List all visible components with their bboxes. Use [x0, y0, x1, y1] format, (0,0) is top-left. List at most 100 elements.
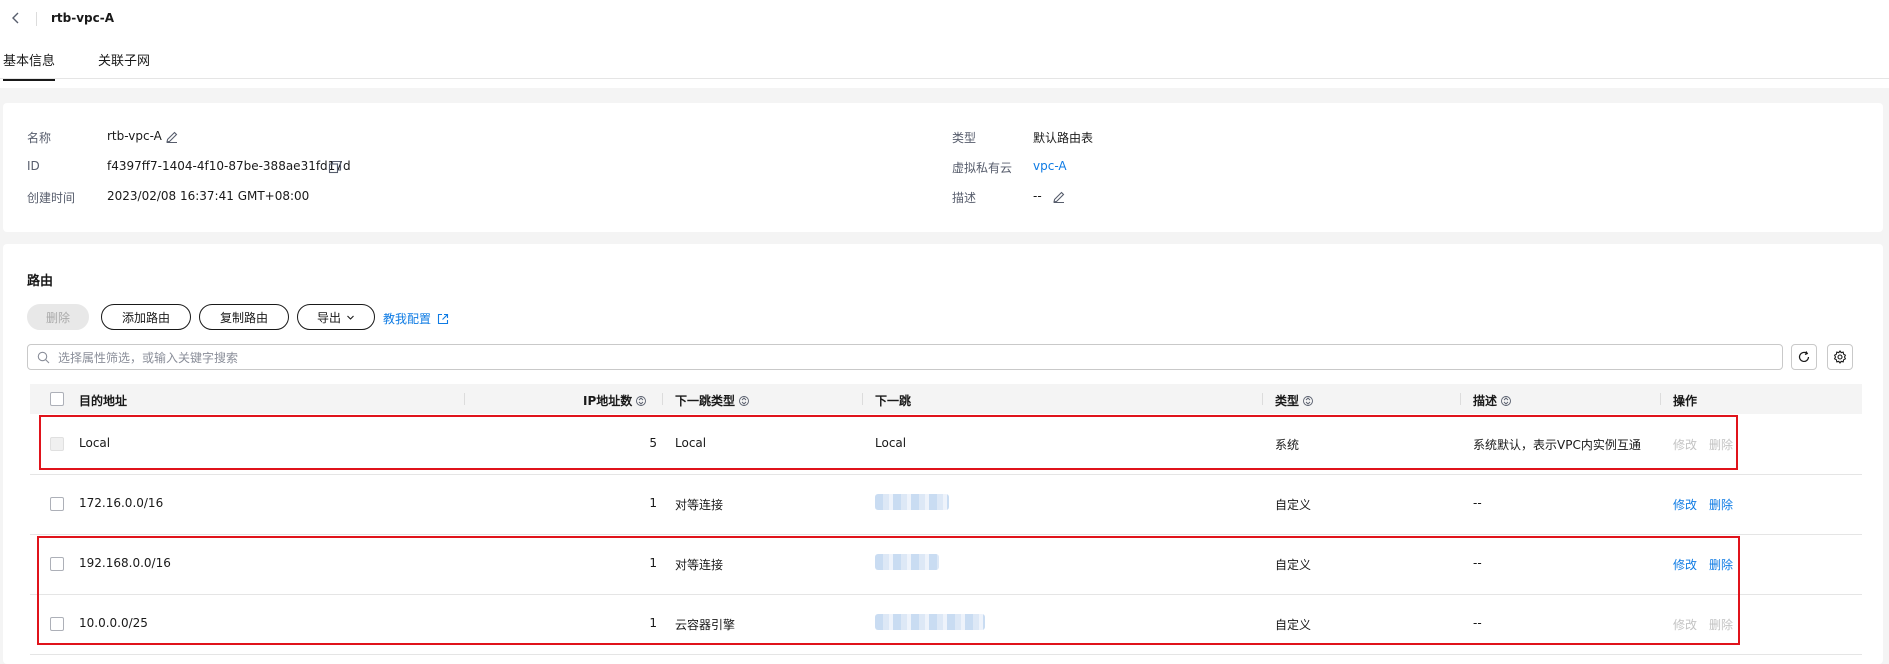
delete-button[interactable]: 删除	[27, 304, 89, 330]
tab-associated-subnets[interactable]: 关联子网	[98, 50, 150, 79]
refresh-button[interactable]	[1791, 344, 1817, 370]
dest-cell: 172.16.0.0/16	[79, 496, 164, 510]
ip-count-link[interactable]: 5	[617, 436, 657, 450]
export-label: 导出	[316, 310, 341, 325]
table-row: 172.16.0.0/16 1 对等连接 自定义 -- 修改 删除	[30, 474, 1862, 535]
copy-route-label: 复制路由	[219, 310, 268, 325]
dest-cell: 10.0.0.0/25	[79, 616, 148, 630]
sort-icon	[739, 396, 749, 406]
search-icon	[37, 351, 50, 364]
top-bar: rtb-vpc-A 基本信息 关联子网	[0, 0, 1889, 88]
desc-cell: --	[1473, 616, 1482, 630]
id-value: f4397ff7-1404-4f10-87be-388ae31fd17d	[107, 159, 351, 173]
col-ops: 操作	[1673, 394, 1698, 408]
help-link[interactable]: 教我配置	[383, 310, 449, 327]
type-cell: 自定义	[1275, 618, 1312, 632]
header-divider	[36, 12, 37, 26]
settings-button[interactable]	[1827, 344, 1853, 370]
modify-action[interactable]: 修改	[1673, 436, 1697, 453]
search-box	[27, 344, 1783, 370]
next-hop-redacted	[875, 614, 985, 630]
next-hop-redacted	[875, 554, 939, 570]
copy-id-icon[interactable]	[328, 160, 342, 174]
basic-info-card: 名称 rtb-vpc-A ID f4397ff7-1404-4f10-87be-…	[3, 103, 1883, 232]
id-label: ID	[27, 159, 40, 173]
name-value: rtb-vpc-A	[107, 129, 162, 143]
export-dropdown[interactable]: 导出	[297, 304, 375, 330]
next-hop-redacted	[875, 494, 949, 510]
gear-icon	[1833, 350, 1847, 364]
delete-action[interactable]: 删除	[1709, 556, 1733, 573]
table-row: 10.0.0.0/25 1 云容器引擎 自定义 -- 修改 删除	[30, 594, 1862, 655]
modify-action[interactable]: 修改	[1673, 556, 1697, 573]
dest-cell: 192.168.0.0/16	[79, 556, 171, 570]
col-ip-count-label: IP地址数	[583, 394, 633, 408]
desc-cell: 系统默认，表示VPC内实例互通	[1473, 438, 1641, 452]
refresh-icon	[1797, 350, 1811, 364]
row-checkbox[interactable]	[50, 437, 64, 451]
vpc-link[interactable]: vpc-A	[1033, 159, 1067, 173]
col-desc-label: 描述	[1473, 394, 1498, 408]
col-ip-count[interactable]: IP地址数	[583, 392, 647, 409]
tab-bar: 基本信息 关联子网	[0, 46, 1889, 81]
type-cell: 系统	[1275, 438, 1300, 452]
ip-count-cell: 1	[649, 556, 657, 570]
delete-action[interactable]: 删除	[1709, 436, 1733, 453]
desc-value: --	[1033, 189, 1042, 203]
routes-title: 路由	[27, 274, 54, 289]
next-hop-type-cell: 对等连接	[675, 558, 724, 572]
external-link-icon	[437, 313, 449, 325]
sort-icon	[1501, 396, 1511, 406]
table-row: Local 5 Local Local 系统 系统默认，表示VPC内实例互通 修…	[30, 414, 1862, 475]
search-input[interactable]	[56, 348, 1760, 368]
edit-name-icon[interactable]	[165, 130, 179, 144]
col-separator	[464, 393, 465, 405]
col-type-label: 类型	[1275, 394, 1300, 408]
col-next-hop-type-label: 下一跳类型	[675, 394, 736, 408]
type-cell: 自定义	[1275, 498, 1312, 512]
help-link-label: 教我配置	[383, 312, 432, 326]
next-hop-type-cell: 对等连接	[675, 498, 724, 512]
col-desc[interactable]: 描述	[1473, 392, 1511, 409]
chevron-down-icon	[346, 313, 355, 322]
next-hop-type-cell: Local	[675, 436, 707, 450]
col-separator	[662, 393, 663, 405]
row-checkbox[interactable]	[50, 497, 64, 511]
add-route-button[interactable]: 添加路由	[101, 304, 191, 330]
col-separator	[1460, 393, 1461, 405]
routes-card: 路由 删除 添加路由 复制路由 导出 教我配置 目的地址	[3, 244, 1883, 664]
delete-action[interactable]: 删除	[1709, 616, 1733, 633]
col-next-hop-type[interactable]: 下一跳类型	[675, 392, 749, 409]
col-type[interactable]: 类型	[1275, 392, 1313, 409]
copy-route-button[interactable]: 复制路由	[199, 304, 289, 330]
col-next-hop: 下一跳	[875, 394, 912, 408]
desc-cell: --	[1473, 496, 1482, 510]
created-value: 2023/02/08 16:37:41 GMT+08:00	[107, 189, 310, 203]
ip-count-cell: 1	[649, 496, 657, 510]
row-checkbox[interactable]	[50, 617, 64, 631]
sort-icon	[1303, 396, 1313, 406]
dest-cell: Local	[79, 436, 111, 450]
vpc-label: 虚拟私有云	[952, 161, 1013, 175]
back-arrow-icon[interactable]	[8, 10, 24, 26]
tab-basic-info[interactable]: 基本信息	[3, 50, 56, 81]
edit-desc-icon[interactable]	[1052, 190, 1066, 204]
type-cell: 自定义	[1275, 558, 1312, 572]
row-checkbox[interactable]	[50, 557, 64, 571]
desc-label: 描述	[952, 191, 977, 205]
type-label: 类型	[952, 131, 977, 145]
col-separator	[862, 393, 863, 405]
delete-action[interactable]: 删除	[1709, 496, 1733, 513]
table-header: 目的地址 IP地址数 下一跳类型 下一跳 类型 描述 操作	[30, 384, 1862, 414]
name-label: 名称	[27, 131, 52, 145]
modify-action[interactable]: 修改	[1673, 496, 1697, 513]
col-separator	[1660, 393, 1661, 405]
ip-count-cell: 1	[649, 616, 657, 630]
select-all-checkbox[interactable]	[50, 392, 64, 406]
col-separator	[1262, 393, 1263, 405]
modify-action[interactable]: 修改	[1673, 616, 1697, 633]
type-value: 默认路由表	[1033, 131, 1094, 145]
sort-icon	[636, 396, 647, 406]
created-label: 创建时间	[27, 191, 76, 205]
next-hop-cell: Local	[875, 436, 907, 450]
